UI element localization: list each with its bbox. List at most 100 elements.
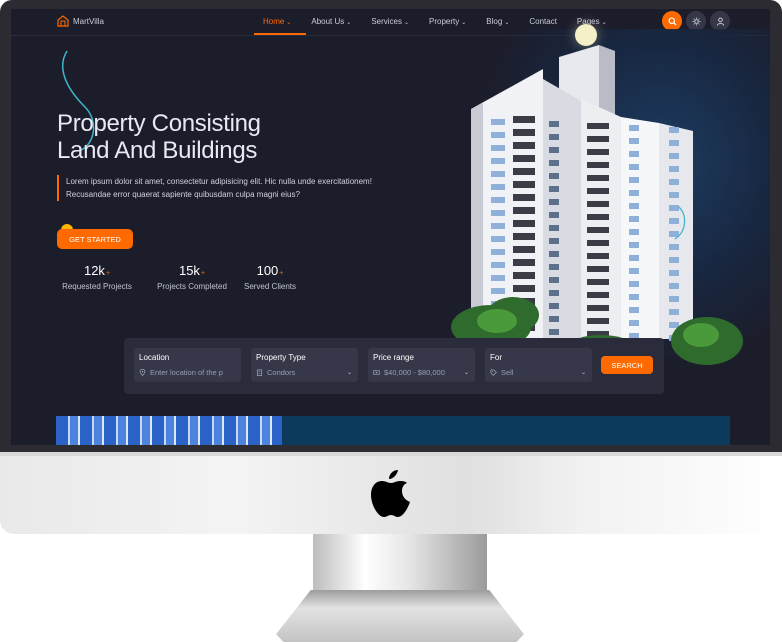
building-window xyxy=(513,207,535,214)
property-type-label: Property Type xyxy=(256,353,306,362)
nav-item-blog[interactable]: Blog ⌄ xyxy=(486,17,509,26)
building-window xyxy=(491,158,505,164)
building-window xyxy=(549,329,559,335)
building-window xyxy=(669,283,679,289)
building-window xyxy=(491,288,505,294)
stat-value: 12k xyxy=(83,263,105,278)
building-window xyxy=(549,316,559,322)
building-window xyxy=(491,171,505,177)
apartment-building-image xyxy=(451,45,743,365)
property-type-select[interactable]: Property Type Condors ⌄ xyxy=(251,348,358,382)
building-window xyxy=(587,149,609,155)
nav-item-contact[interactable]: Contact xyxy=(529,17,557,26)
for-select[interactable]: For Sell ⌄ xyxy=(485,348,592,382)
building-window xyxy=(629,125,639,131)
building-icon xyxy=(256,369,263,376)
building-window xyxy=(629,294,639,300)
price-range-text: $40,000 - $80,000 xyxy=(384,368,445,377)
building-window xyxy=(629,320,639,326)
building-window xyxy=(669,309,679,315)
building-window xyxy=(491,223,505,229)
price-range-value: $40,000 - $80,000 xyxy=(373,368,445,377)
brand-logo[interactable]: MartVilla xyxy=(57,15,104,27)
building-window xyxy=(491,145,505,151)
chevron-down-icon: ⌄ xyxy=(601,20,607,26)
stat-label: Requested Projects xyxy=(62,282,132,291)
building-window xyxy=(587,305,609,311)
building-window xyxy=(669,127,679,133)
building-window xyxy=(669,166,679,172)
nav-item-home[interactable]: Home ⌄ xyxy=(263,17,291,26)
building-window xyxy=(629,190,639,196)
theme-toggle-button[interactable] xyxy=(686,11,706,31)
nav-label: Services xyxy=(371,17,402,26)
building-window xyxy=(587,240,609,246)
chevron-down-icon: ⌄ xyxy=(346,370,352,376)
hero-title-line-2: Land And Buildings xyxy=(57,137,258,164)
section-preview-panel xyxy=(282,416,730,445)
building-window xyxy=(629,138,639,144)
building-window xyxy=(629,229,639,235)
building-window xyxy=(549,160,559,166)
chevron-down-icon: ⌄ xyxy=(463,370,469,376)
building-window xyxy=(587,292,609,298)
nav-item-property[interactable]: Property ⌄ xyxy=(429,17,466,26)
building-window xyxy=(629,307,639,313)
building-window xyxy=(549,251,559,257)
stat-label: Projects Completed xyxy=(157,282,227,291)
location-input[interactable]: Enter location of the p xyxy=(139,368,237,377)
stat-value: 15k xyxy=(178,263,200,278)
building-window xyxy=(669,257,679,263)
main-menu: Home ⌄ About Us ⌄ Services ⌄ Property ⌄ Blog… xyxy=(263,17,627,26)
price-range-select[interactable]: Price range $40,000 - $80,000 ⌄ xyxy=(368,348,475,382)
building-window xyxy=(549,199,559,205)
nav-label: About Us xyxy=(311,17,345,26)
apple-logo-icon xyxy=(371,470,410,517)
location-placeholder: Enter location of the p xyxy=(150,368,223,377)
building-window xyxy=(587,188,609,194)
building-window xyxy=(513,272,535,279)
building-window xyxy=(549,225,559,231)
nav-item-services[interactable]: Services ⌄ xyxy=(371,17,409,26)
building-window xyxy=(669,270,679,276)
building-window xyxy=(549,173,559,179)
search-submit-button[interactable]: SEARCH xyxy=(601,356,653,374)
building-window xyxy=(513,168,535,175)
building-window xyxy=(513,155,535,162)
account-button[interactable] xyxy=(710,11,730,31)
get-started-button[interactable]: GET STARTED xyxy=(57,229,133,249)
building-window xyxy=(669,153,679,159)
location-field[interactable]: Location Enter location of the p xyxy=(134,348,241,382)
building-window xyxy=(629,268,639,274)
building-window xyxy=(513,116,535,123)
for-text: Sell xyxy=(501,368,514,377)
building-window xyxy=(513,129,535,136)
building-window xyxy=(513,181,535,188)
building-window xyxy=(513,246,535,253)
building-window xyxy=(549,303,559,309)
map-pin-icon xyxy=(139,369,146,376)
building-window xyxy=(587,123,609,129)
for-label: For xyxy=(490,353,502,362)
decorative-curl xyxy=(674,206,686,240)
nav-label: Home xyxy=(263,17,285,26)
user-icon xyxy=(716,17,724,26)
hero-title: Property Consisting Land And Buildings xyxy=(57,110,261,164)
building-window xyxy=(513,220,535,227)
chevron-down-icon: ⌄ xyxy=(346,20,352,26)
stat-served-clients: 100+ Served Clients xyxy=(239,263,301,291)
building-window xyxy=(549,212,559,218)
stat-value: 100 xyxy=(256,263,279,278)
building-window xyxy=(629,203,639,209)
monitor-stand-neck xyxy=(313,534,487,594)
building-window xyxy=(629,164,639,170)
chevron-down-icon: ⌄ xyxy=(286,20,292,26)
building-window xyxy=(587,227,609,233)
building-window xyxy=(491,119,505,125)
nav-item-about-us[interactable]: About Us ⌄ xyxy=(311,17,351,26)
search-button[interactable] xyxy=(662,11,682,31)
building-window xyxy=(669,192,679,198)
building-window xyxy=(669,296,679,302)
building-window xyxy=(491,210,505,216)
building-window xyxy=(491,249,505,255)
